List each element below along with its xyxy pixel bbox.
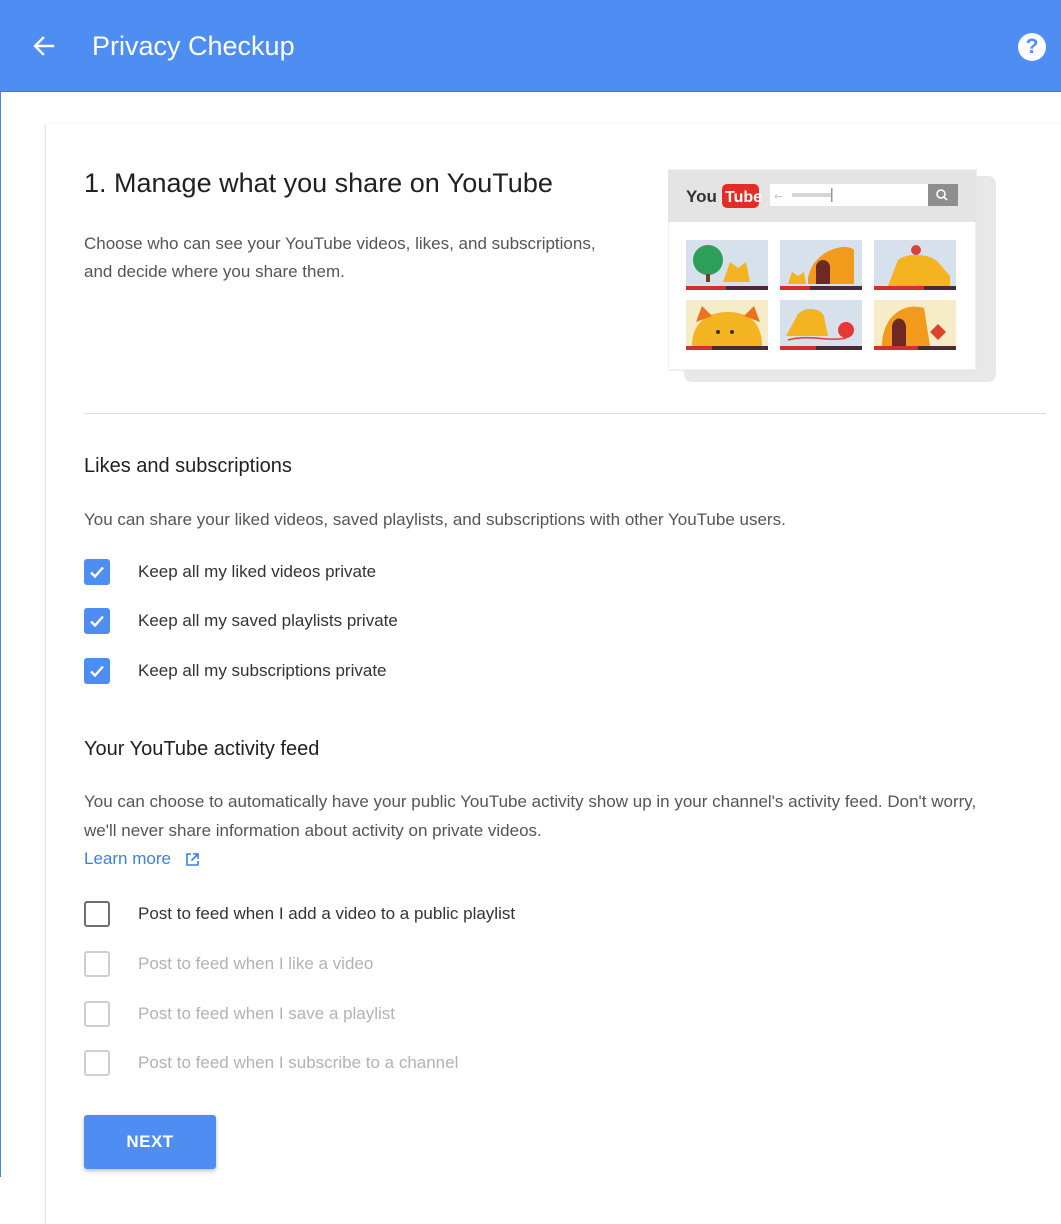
next-button[interactable]: NEXT: [84, 1115, 216, 1169]
checkbox-checked[interactable]: [84, 658, 110, 684]
checkbox-disabled: [84, 1050, 110, 1076]
likes-subscriptions-heading: Likes and subscriptions: [84, 455, 292, 477]
help-icon[interactable]: ?: [1018, 33, 1046, 61]
checkbox-checked[interactable]: [84, 608, 110, 634]
activity-feed-heading: Your YouTube activity feed: [84, 738, 320, 760]
learn-more-link[interactable]: Learn more: [84, 846, 200, 872]
checkbox-label: Post to feed when I add a video to a pub…: [138, 904, 516, 923]
checkbox-row-add-to-playlist[interactable]: Post to feed when I add a video to a pub…: [84, 899, 515, 929]
check-icon: [90, 566, 104, 579]
app-bar: Privacy Checkup ?: [0, 0, 1061, 92]
likes-subscriptions-description: You can share your liked videos, saved p…: [84, 510, 786, 529]
activity-feed-description: You can choose to automatically have you…: [84, 792, 977, 840]
checkbox-disabled: [84, 1001, 110, 1027]
back-button[interactable]: [24, 26, 64, 66]
check-icon: [90, 615, 104, 628]
external-link-icon: [186, 852, 199, 866]
checkbox-disabled: [84, 951, 110, 977]
checkbox-label: Keep all my subscriptions private: [138, 661, 387, 680]
checkbox-row-like-video: Post to feed when I like a video: [84, 949, 373, 979]
svg-text:←: ←: [774, 190, 783, 203]
svg-text:You: You: [686, 187, 717, 206]
checkbox-checked[interactable]: [84, 559, 110, 585]
checkbox-label: Keep all my saved playlists private: [138, 611, 398, 630]
arrow-left-icon: [33, 36, 55, 56]
check-icon: [90, 665, 104, 678]
checkbox-label: Post to feed when I save a playlist: [138, 1004, 396, 1023]
checkbox-row-saved-playlists[interactable]: Keep all my saved playlists private: [84, 606, 398, 636]
checkbox-label: Post to feed when I like a video: [138, 954, 374, 973]
learn-more-label: Learn more: [84, 849, 171, 868]
page-title: Privacy Checkup: [92, 31, 295, 61]
checkbox-row-subscribe-channel: Post to feed when I subscribe to a chann…: [84, 1048, 458, 1078]
checkbox-label: Keep all my liked videos private: [138, 562, 377, 581]
checkbox-row-subscriptions[interactable]: Keep all my subscriptions private: [84, 656, 387, 686]
divider: [84, 413, 1046, 414]
checkbox-row-save-playlist: Post to feed when I save a playlist: [84, 999, 395, 1029]
checkbox-label: Post to feed when I subscribe to a chann…: [138, 1053, 459, 1072]
youtube-illustration: You Tube ←: [668, 169, 996, 382]
checkbox-row-liked-videos[interactable]: Keep all my liked videos private: [84, 557, 376, 587]
checkbox-unchecked[interactable]: [84, 901, 110, 927]
section-title: 1. Manage what you share on YouTube: [84, 168, 553, 198]
svg-text:Tube: Tube: [725, 189, 762, 206]
section-description: Choose who can see your YouTube videos, …: [84, 234, 596, 281]
